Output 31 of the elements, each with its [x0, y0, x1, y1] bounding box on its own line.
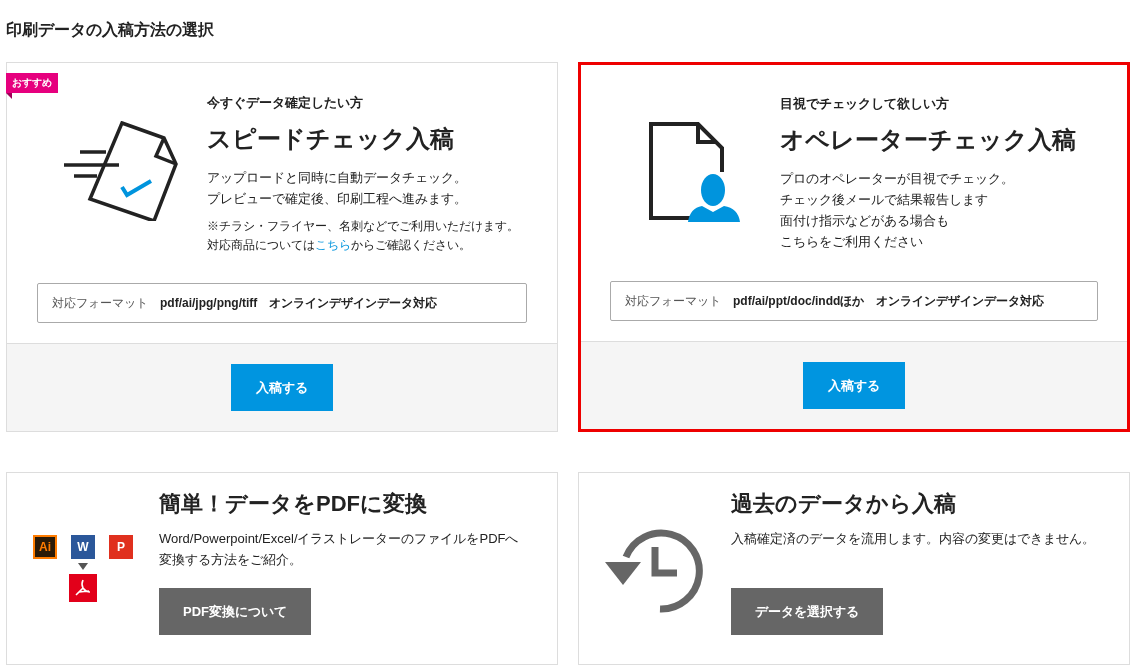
presentation-icon: P — [109, 535, 133, 559]
submit-button[interactable]: 入稿する — [231, 364, 333, 411]
format-label: 対応フォーマット — [52, 295, 148, 312]
tagline: 目視でチェックして欲しい方 — [780, 95, 950, 113]
document-person-icon — [648, 122, 742, 222]
card-title: オペレーターチェック入稿 — [780, 125, 1076, 155]
description: Word/Powerpoint/Excel/イラストレーターのファイルをPDFへ変換する方法をご紹介。 — [159, 530, 520, 569]
down-arrow-icon — [78, 563, 88, 570]
description: プロのオペレーターが目視でチェック。 チェック後メールで結果報告します 面付け指示などがある場合も こちらをご利用ください — [780, 170, 1015, 251]
pdf-icon — [69, 574, 97, 602]
document-check-icon — [64, 121, 180, 221]
note-text: ※チラシ・フライヤー、名刺などでご利用いただけます。 対応商品についてはこちらからご確認ください。 — [207, 219, 519, 253]
action-button[interactable]: PDF変換について — [159, 588, 311, 635]
description: 入稿確定済のデータを流用します。内容の変更はできません。 — [731, 530, 1095, 548]
recommended-badge: おすすめ — [6, 73, 58, 93]
word-document-icon: W — [71, 535, 95, 559]
card-title: スピードチェック入稿 — [207, 124, 455, 154]
card-title: 過去のデータから入稿 — [731, 490, 957, 518]
description: アップロードと同時に自動データチェック。 プレビューで確定後、印刷工程へ進みます。 — [207, 169, 468, 208]
format-note: オンラインデザインデータ対応 — [269, 295, 438, 312]
format-note: オンラインデザインデータ対応 — [876, 293, 1045, 310]
link[interactable]: こちら — [315, 239, 351, 251]
tagline: 今すぐデータ確定したい方 — [207, 94, 364, 112]
format-types: pdf/ai/ppt/doc/inddほか — [733, 293, 865, 310]
card-title: 簡単！データをPDFに変換 — [159, 490, 428, 518]
submit-button[interactable]: 入稿する — [803, 362, 905, 409]
page-heading: 印刷データの入稿方法の選択 — [6, 20, 215, 40]
action-button[interactable]: データを選択する — [731, 588, 883, 635]
format-types: pdf/ai/jpg/png/tiff — [160, 295, 258, 312]
illustrator-icon: Ai — [33, 535, 57, 559]
format-label: 対応フォーマット — [625, 293, 721, 310]
